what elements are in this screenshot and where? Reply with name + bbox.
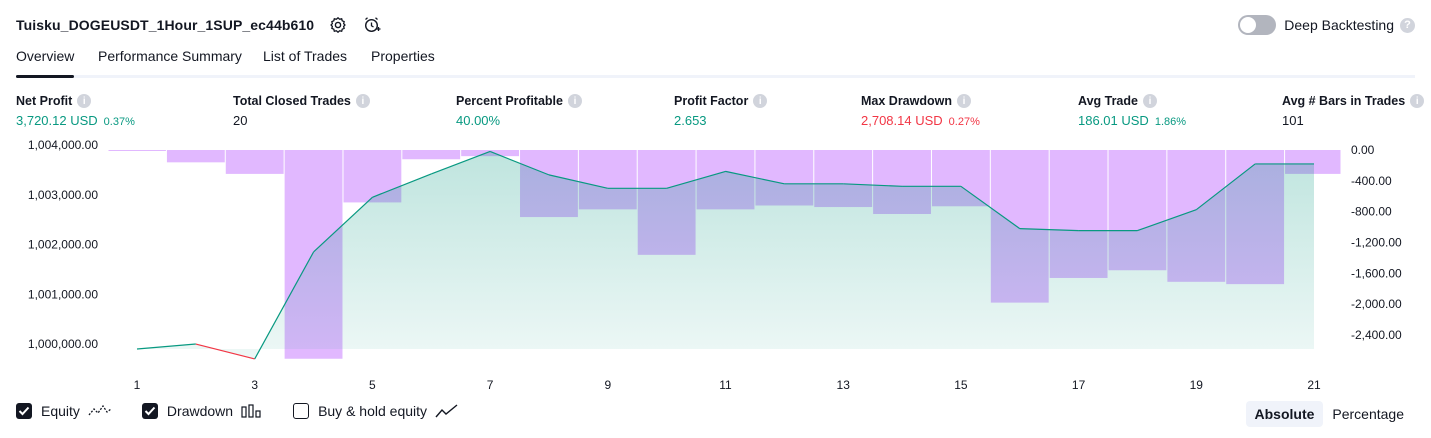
- right-tick-label: 0.00: [1351, 143, 1375, 157]
- metric-max-drawdown: Max Drawdown i 2,708.14 USD 0.27%: [861, 94, 980, 128]
- metric-value: 20: [233, 113, 248, 128]
- x-tick-label: 21: [1307, 378, 1321, 392]
- x-tick-label: 3: [251, 378, 258, 392]
- x-tick-label: 13: [837, 378, 851, 392]
- bars-icon: [241, 404, 263, 418]
- chart-legend: Equity Drawdown Buy & hold equity: [16, 403, 489, 419]
- drawdown-checkbox[interactable]: [141, 403, 158, 419]
- legend-label: Buy & hold equity: [318, 403, 428, 419]
- left-tick-label: 1,000,000.00: [28, 337, 98, 351]
- equity-drawdown-chart[interactable]: 1,004,000.00 1,003,000.00 1,002,000.00 1,00…: [0, 138, 1431, 398]
- metric-label: Max Drawdown: [861, 94, 952, 108]
- metric-value: 101: [1282, 113, 1304, 128]
- percentage-button[interactable]: Percentage: [1323, 401, 1413, 427]
- right-tick-label: -1,200.00: [1351, 236, 1402, 250]
- legend-label: Equity: [41, 403, 80, 419]
- metric-label: Profit Factor: [674, 94, 749, 108]
- info-icon[interactable]: i: [1142, 94, 1157, 108]
- deep-backtesting-toggle[interactable]: [1238, 15, 1277, 35]
- legend-equity[interactable]: Equity: [16, 403, 112, 419]
- metric-value: 3,720.12 USD: [16, 113, 98, 128]
- x-tick-label: 9: [604, 378, 611, 392]
- legend-label: Drawdown: [166, 403, 234, 419]
- buy-hold-checkbox[interactable]: [293, 403, 310, 419]
- metric-value: 186.01 USD: [1078, 113, 1149, 128]
- x-tick-label: 5: [369, 378, 376, 392]
- deep-backtesting-control: Deep Backtesting ?: [1238, 13, 1415, 37]
- info-icon[interactable]: i: [77, 94, 92, 108]
- metric-net-profit: Net Profit i 3,720.12 USD 0.37%: [16, 94, 135, 128]
- metric-percent: 0.37%: [103, 116, 135, 128]
- x-tick-label: 7: [487, 378, 494, 392]
- settings-icon[interactable]: [328, 15, 348, 35]
- metric-value: 2.653: [674, 113, 707, 128]
- equity-line-icon: [88, 404, 112, 418]
- drawdown-bar: [166, 150, 225, 163]
- left-tick-label: 1,002,000.00: [28, 238, 98, 252]
- metric-total-closed-trades: Total Closed Trades i 20: [233, 94, 370, 128]
- tab-properties[interactable]: Properties: [371, 48, 435, 75]
- metric-avg-bars-in-trades: Avg # Bars in Trades i 101: [1282, 94, 1425, 128]
- right-tick-label: -2,400.00: [1351, 328, 1402, 342]
- strategy-header: Tuisku_DOGEUSDT_1Hour_1SUP_ec44b610: [16, 13, 382, 37]
- legend-drawdown[interactable]: Drawdown: [141, 403, 263, 419]
- metric-profit-factor: Profit Factor i 2.653: [674, 94, 768, 128]
- tab-performance-summary[interactable]: Performance Summary: [98, 48, 242, 75]
- tab-overview[interactable]: Overview: [16, 48, 75, 78]
- metric-percent: 0.27%: [948, 116, 980, 128]
- metric-value: 40.00%: [456, 113, 501, 128]
- metric-percent: 1.86%: [1154, 116, 1187, 128]
- x-tick-label: 1: [134, 378, 141, 392]
- info-icon[interactable]: i: [1410, 94, 1425, 108]
- trend-line-icon: [435, 404, 459, 418]
- info-icon[interactable]: i: [355, 94, 370, 108]
- absolute-button[interactable]: Absolute: [1245, 401, 1324, 427]
- right-tick-label: -1,600.00: [1351, 266, 1402, 280]
- metric-value: 2,708.14 USD: [861, 113, 943, 128]
- drawdown-bar: [225, 150, 284, 174]
- add-alert-icon[interactable]: [362, 15, 382, 35]
- left-tick-label: 1,003,000.00: [28, 188, 98, 202]
- right-tick-label: -400.00: [1351, 174, 1392, 188]
- x-tick-label: 15: [954, 378, 968, 392]
- left-tick-label: 1,004,000.00: [28, 138, 98, 152]
- strategy-title: Tuisku_DOGEUSDT_1Hour_1SUP_ec44b610: [16, 17, 315, 33]
- metric-percent-profitable: Percent Profitable i 40.00%: [456, 94, 582, 128]
- drawdown-bar: [108, 150, 166, 151]
- tab-list-of-trades[interactable]: List of Trades: [263, 48, 347, 75]
- left-axis-labels: 1,004,000.00 1,003,000.00 1,002,000.00 1,00…: [28, 138, 98, 351]
- x-tick-label: 11: [719, 378, 732, 392]
- left-tick-label: 1,001,000.00: [28, 287, 98, 301]
- metric-label: Avg Trade: [1078, 94, 1138, 108]
- tab-bar: Overview Performance Summary List of Tra…: [16, 46, 1415, 78]
- drawdown-bar: [402, 150, 461, 160]
- help-icon[interactable]: ?: [1400, 17, 1415, 33]
- x-tick-label: 19: [1190, 378, 1204, 392]
- info-icon[interactable]: i: [957, 94, 971, 108]
- right-axis-labels: 0.00 -400.00 -800.00 -1,200.00 -1,600.00 -2,0…: [1351, 143, 1402, 342]
- right-tick-label: -800.00: [1351, 205, 1392, 219]
- x-tick-label: 17: [1072, 378, 1086, 392]
- equity-checkbox[interactable]: [16, 403, 32, 419]
- metric-label: Total Closed Trades: [233, 94, 351, 108]
- x-axis-labels: 1 3 5 7 9 11 13 15 17 19 21: [134, 378, 1321, 392]
- deep-backtesting-label: Deep Backtesting: [1284, 17, 1394, 33]
- info-icon[interactable]: i: [753, 94, 768, 108]
- right-tick-label: -2,000.00: [1351, 297, 1402, 311]
- legend-buy-hold[interactable]: Buy & hold equity: [293, 403, 459, 419]
- metric-label: Net Profit: [16, 94, 73, 108]
- display-mode-switch: Absolute Percentage: [1245, 401, 1414, 427]
- metric-label: Avg # Bars in Trades: [1282, 94, 1406, 108]
- metric-avg-trade: Avg Trade i 186.01 USD 1.86%: [1078, 94, 1186, 128]
- info-icon[interactable]: i: [567, 94, 582, 108]
- metric-label: Percent Profitable: [456, 94, 563, 108]
